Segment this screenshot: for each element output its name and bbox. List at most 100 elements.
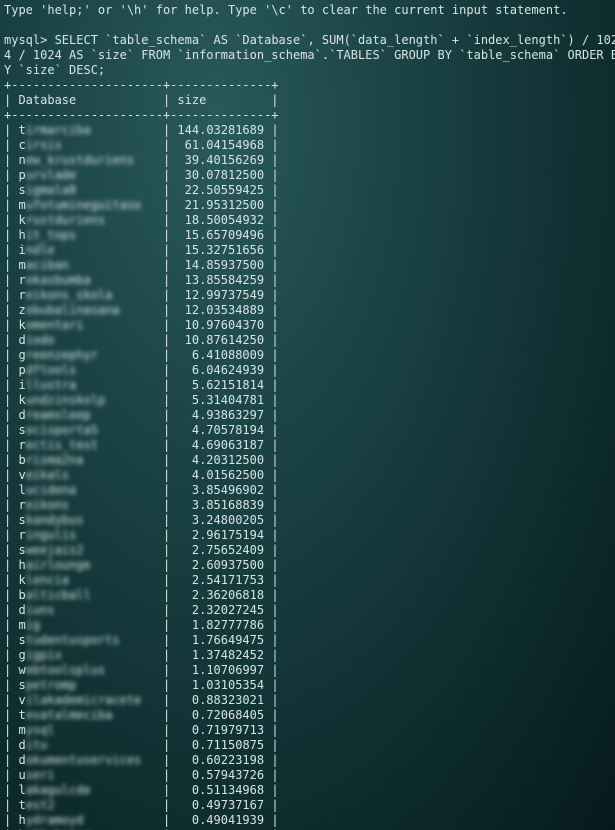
redacted-text: ilakademicracete xyxy=(26,693,142,708)
table-row: | diuns | 2.32027245 | xyxy=(4,603,279,617)
table-row: | lucidena | 3.85496902 | xyxy=(4,483,279,497)
table-row: | skandybus | 3.24800205 | xyxy=(4,513,279,527)
redacted-text: igpix xyxy=(26,648,62,663)
redacted-text: iodo xyxy=(26,333,55,348)
redacted-text: airlounge xyxy=(26,558,91,573)
redacted-text: weejais2 xyxy=(26,543,84,558)
redacted-text: reenzephyr xyxy=(26,348,98,363)
redacted-text: ysql xyxy=(26,723,55,738)
table-row: | ditu | 0.71150875 | xyxy=(4,738,279,752)
table-row: | komentari | 10.97604370 | xyxy=(4,318,279,332)
redacted-text: undzinskolp xyxy=(26,393,105,408)
table-row: | studentusports | 1.76649475 | xyxy=(4,633,279,647)
table-row: | reikons_skola | 12.99737549 | xyxy=(4,288,279,302)
redacted-text: igmala8 xyxy=(26,183,77,198)
table-row: | new_krustduriens | 39.40156269 | xyxy=(4,153,279,167)
table-header: | Database | size | xyxy=(4,93,279,107)
sql-query: SELECT `table_schema` AS `Database`, SUM… xyxy=(55,33,615,47)
table-row: | mysql | 0.71979713 | xyxy=(4,723,279,737)
redacted-text: ig xyxy=(26,618,40,633)
mysql-prompt[interactable]: mysql> xyxy=(4,33,55,47)
table-row: | sigmala8 | 22.50559425 | xyxy=(4,183,279,197)
table-row: | webtoolsplus | 1.10706997 | xyxy=(4,663,279,677)
table-row: | purvlade | 30.07812500 | xyxy=(4,168,279,182)
table-row: | test2 | 0.49737167 | xyxy=(4,798,279,812)
table-row: | cirsis | 61.04154968 | xyxy=(4,138,279,152)
redacted-text: lencia xyxy=(26,573,69,588)
redacted-text: risma2na xyxy=(26,453,84,468)
table-row: | diodo | 10.87614250 | xyxy=(4,333,279,347)
redacted-text: alticball xyxy=(26,588,91,603)
terminal-output: Type 'help;' or '\h' for help. Type '\c'… xyxy=(0,0,615,830)
table-row: | tirmarciba | 144.03281689 | xyxy=(4,123,279,137)
redacted-text: llustra xyxy=(26,378,77,393)
table-row: | hydramoyd | 0.49041939 | xyxy=(4,813,279,827)
redacted-text: ufotumineguitaso xyxy=(26,198,142,213)
table-row: | lakagulcde | 0.51134968 | xyxy=(4,783,279,797)
redacted-text: obubalinasana xyxy=(26,303,120,318)
redacted-text: rustduriens xyxy=(26,213,105,228)
table-row: | rokasbumba | 13.85584259 | xyxy=(4,273,279,287)
redacted-text: est2 xyxy=(26,798,55,813)
redacted-text: tudentusports xyxy=(26,633,120,648)
table-row: | zobubalinasana | 12.03534889 | xyxy=(4,303,279,317)
redacted-text: ndle xyxy=(26,243,55,258)
table-row: | dreamsleep | 4.93863297 | xyxy=(4,408,279,422)
redacted-text: okasbumba xyxy=(26,273,91,288)
table-row: | greenzephyr | 6.41088009 | xyxy=(4,348,279,362)
sql-query: 4 / 1024 AS `size` FROM `information_sch… xyxy=(4,48,615,62)
redacted-text: eikons xyxy=(26,498,69,513)
redacted-text: iuns xyxy=(26,603,55,618)
redacted-text: it_tops xyxy=(26,228,77,243)
help-line: Type 'help;' or '\h' for help. Type '\c'… xyxy=(4,3,568,17)
table-row: | reikons | 3.85168839 | xyxy=(4,498,279,512)
redacted-text: okumentuservices xyxy=(26,753,142,768)
redacted-text: akagulcde xyxy=(26,783,91,798)
redacted-text: ydramoyd xyxy=(26,813,84,828)
redacted-text: urvlade xyxy=(26,168,77,183)
redacted-text: ectis_test xyxy=(26,438,98,453)
table-row: | krustduriens | 18.50054932 | xyxy=(4,213,279,227)
sql-query: Y `size` DESC; xyxy=(4,63,105,77)
table-border: +---------------------+--------------+ xyxy=(4,108,279,122)
redacted-text: eikons_skola xyxy=(26,288,113,303)
table-row: | vilakademicracete | 0.88323021 | xyxy=(4,693,279,707)
redacted-text: itu xyxy=(26,738,48,753)
redacted-text: reamsleep xyxy=(26,408,91,423)
redacted-text: ingulis xyxy=(26,528,77,543)
table-row: | pdftools | 6.04624939 | xyxy=(4,363,279,377)
redacted-text: irsis xyxy=(26,138,62,153)
table-row: | rectis_test | 4.69063187 | xyxy=(4,438,279,452)
redacted-text: dftools xyxy=(26,363,77,378)
table-row: | kundzinskolp | 5.31404781 | xyxy=(4,393,279,407)
redacted-text: ebtoolsplus xyxy=(26,663,105,678)
table-row: | veikals | 4.01562500 | xyxy=(4,468,279,482)
table-row: | sweejais2 | 2.75652409 | xyxy=(4,543,279,557)
redacted-text: petromp xyxy=(26,678,77,693)
table-row: | hit_tops | 15.65709496 | xyxy=(4,228,279,242)
redacted-text: irmarciba xyxy=(26,123,91,138)
table-row: | klencia | 2.54171753 | xyxy=(4,573,279,587)
table-row: | indle | 15.32751656 | xyxy=(4,243,279,257)
table-row: | tevatalmeciba | 0.72068405 | xyxy=(4,708,279,722)
table-row: | socisporta5 | 4.70578194 | xyxy=(4,423,279,437)
redacted-text: aciban xyxy=(26,258,69,273)
table-row: | spetromp | 1.03105354 | xyxy=(4,678,279,692)
table-row: | mig | 1.82777786 | xyxy=(4,618,279,632)
table-row: | dokumentuservices | 0.60223198 | xyxy=(4,753,279,767)
table-border: +---------------------+--------------+ xyxy=(4,78,279,92)
table-row: | mufotumineguitaso | 21.95312500 | xyxy=(4,198,279,212)
table-row: | illustra | 5.62151814 | xyxy=(4,378,279,392)
table-row: | maciban | 14.85937500 | xyxy=(4,258,279,272)
redacted-text: seri xyxy=(26,768,55,783)
redacted-text: omentari xyxy=(26,318,84,333)
redacted-text: ucidena xyxy=(26,483,77,498)
table-row: | brisma2na | 4.20312500 | xyxy=(4,453,279,467)
table-row: | balticball | 2.36206818 | xyxy=(4,588,279,602)
redacted-text: evatalmeciba xyxy=(26,708,113,723)
table-row: | hairlounge | 2.60937500 | xyxy=(4,558,279,572)
table-row: | ringulis | 2.96175194 | xyxy=(4,528,279,542)
redacted-text: eikals xyxy=(26,468,69,483)
table-row: | useri | 0.57943726 | xyxy=(4,768,279,782)
redacted-text: ocisporta5 xyxy=(26,423,98,438)
